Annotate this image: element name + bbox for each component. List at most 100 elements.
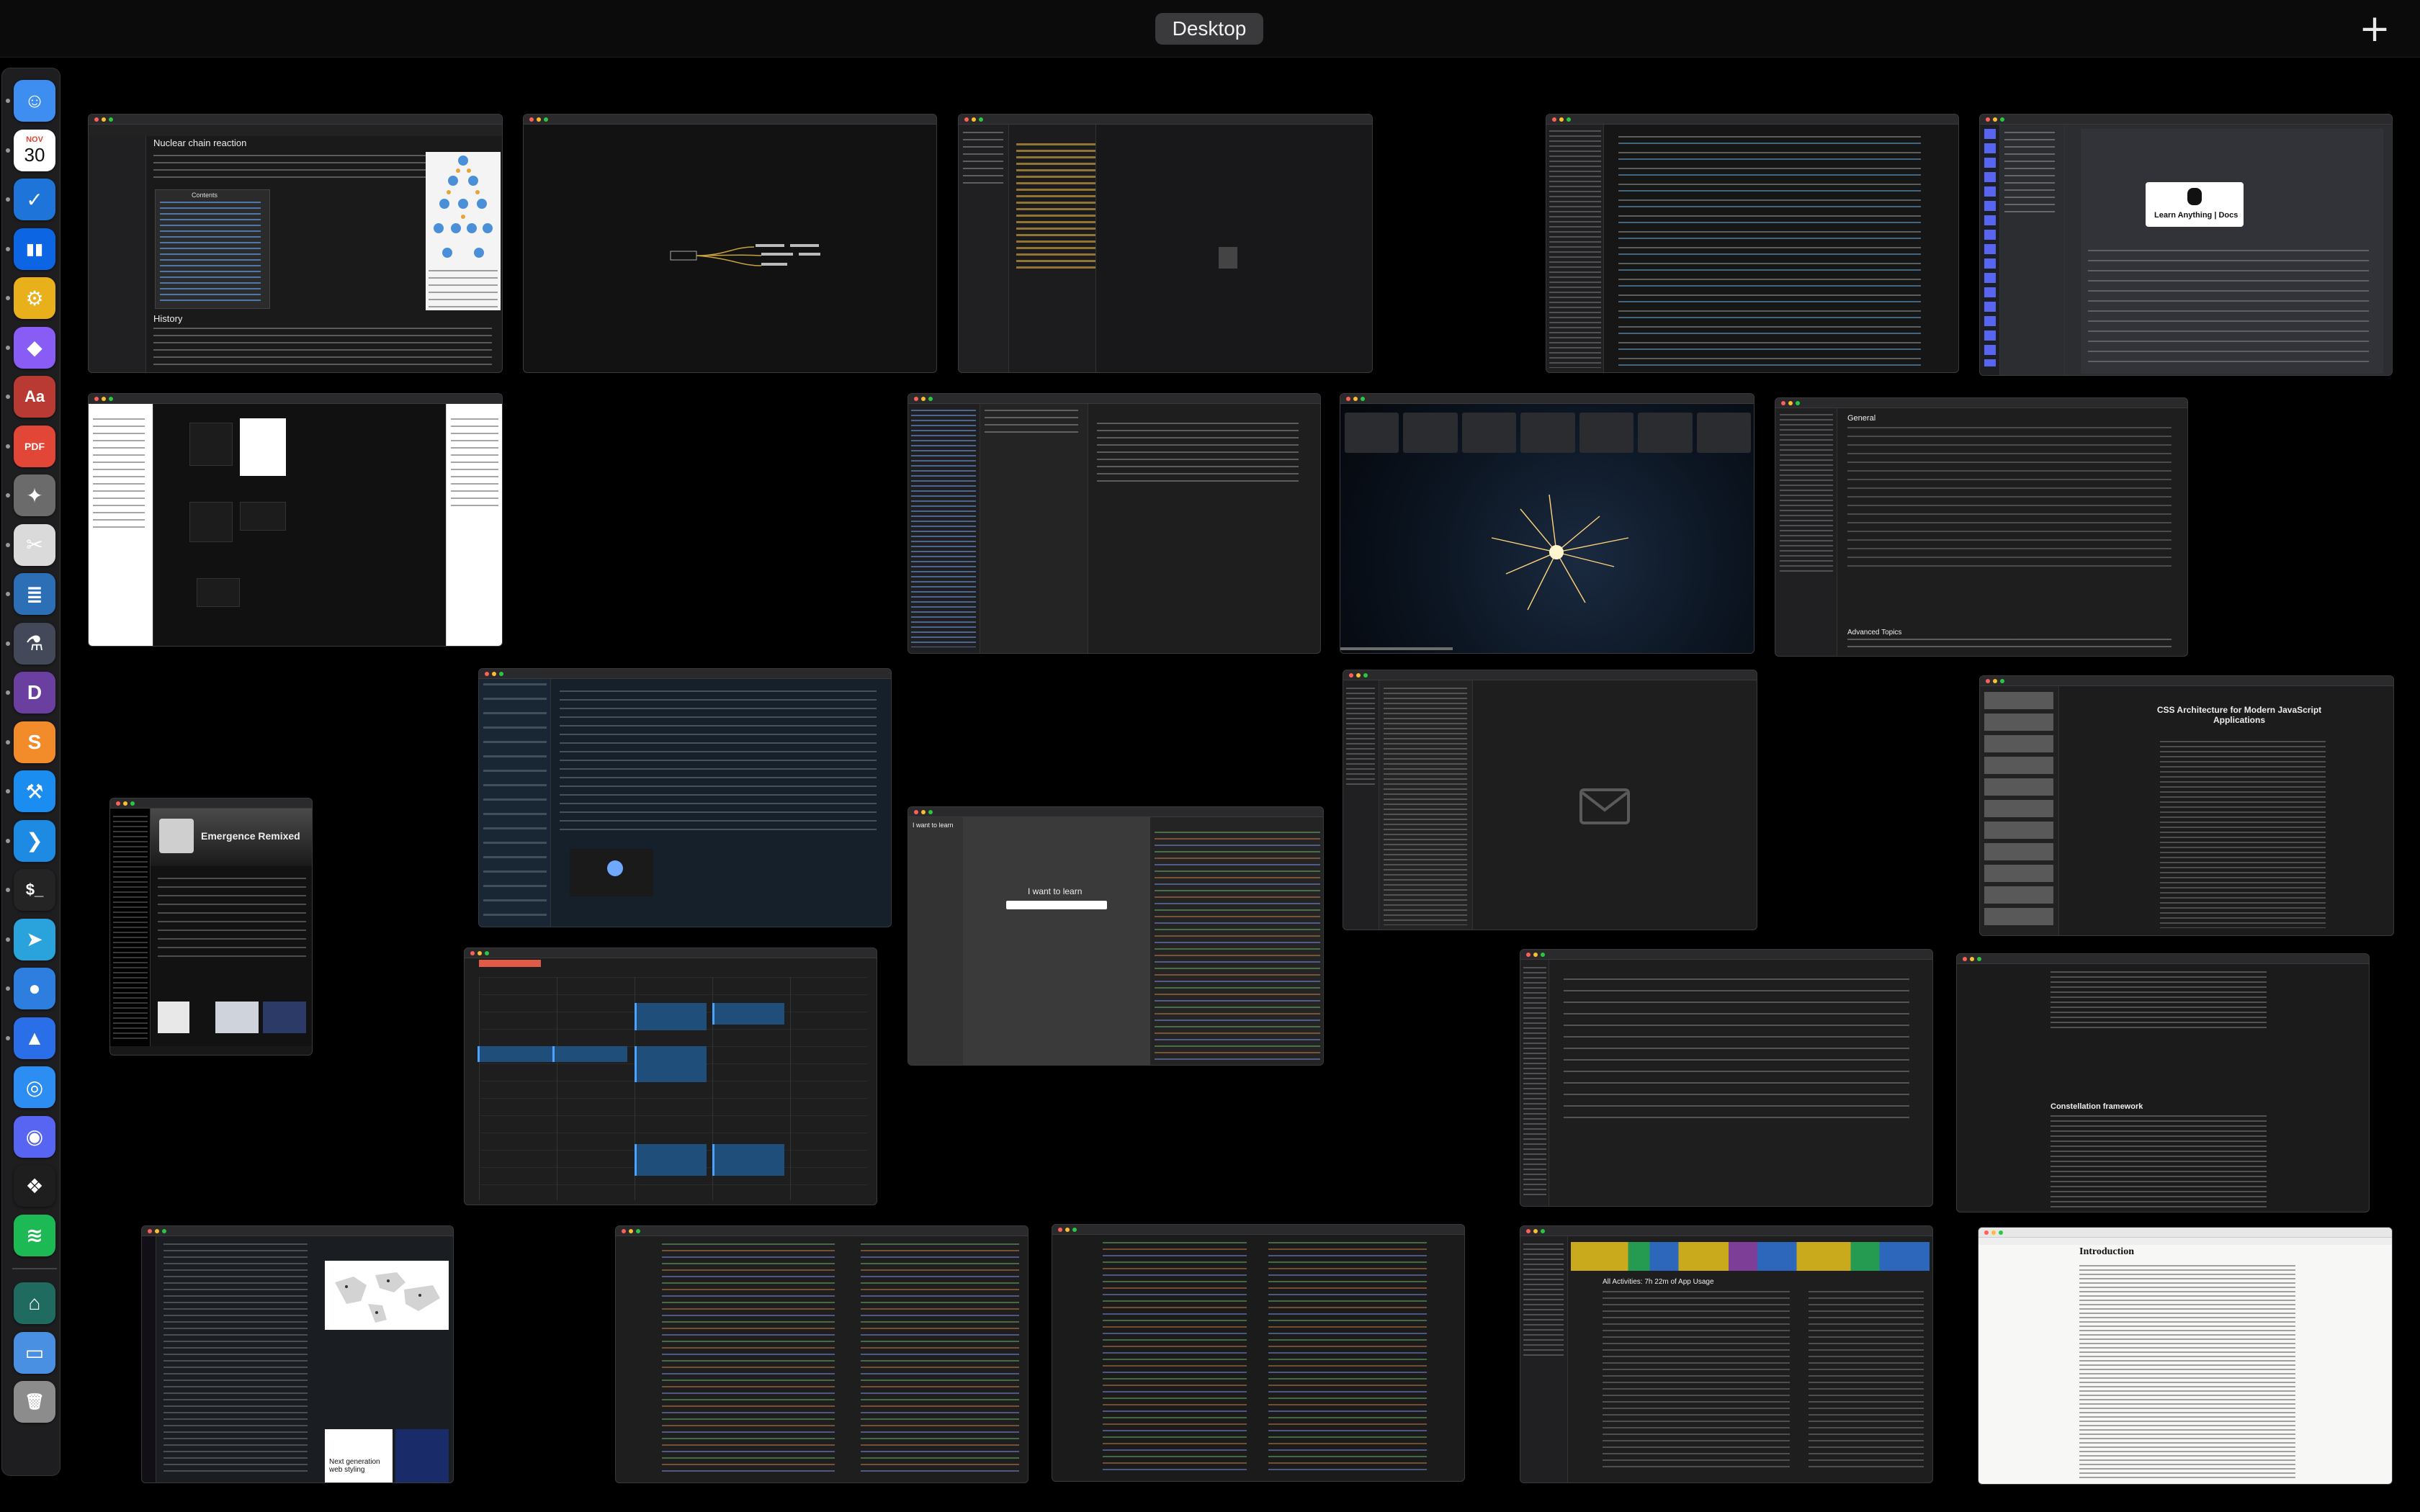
window-discord[interactable]: Learn Anything | Docs (1979, 114, 2393, 376)
things-icon[interactable]: ✓ (14, 179, 55, 220)
notes-list-items[interactable] (1549, 130, 1601, 368)
reading-list[interactable] (1980, 686, 2059, 935)
sidebar-items[interactable] (963, 132, 1003, 189)
scissors-tool-icon[interactable]: ✂ (14, 523, 55, 566)
reading-items[interactable] (1984, 692, 2053, 930)
stack-app-icon[interactable]: ≣ (14, 573, 55, 615)
server-list[interactable] (1980, 125, 2000, 375)
calendar-event[interactable] (712, 1144, 784, 1176)
window-trello[interactable] (1340, 393, 1754, 654)
recommended-album[interactable] (158, 1002, 189, 1033)
desktop-space-label[interactable]: Desktop (1155, 13, 1263, 45)
window-file-browser[interactable] (958, 114, 1373, 373)
messages[interactable] (1384, 688, 1467, 925)
database-app-icon[interactable]: ⌂ (14, 1282, 55, 1324)
window-learn-anything[interactable]: I want to learn I want to learn (908, 806, 1324, 1066)
xcode-icon[interactable]: ⚒ (14, 770, 55, 812)
mail-sidebar[interactable] (1343, 680, 1379, 930)
board-list[interactable] (1461, 413, 1517, 453)
channel-items[interactable] (2004, 132, 2055, 218)
instruments-icon[interactable]: ⚙ (14, 277, 55, 319)
window-reminders[interactable] (1520, 949, 1933, 1207)
learn-sidebar[interactable]: I want to learn (908, 817, 963, 1065)
activity-timeline[interactable] (1571, 1242, 1930, 1271)
window-calendar[interactable] (464, 948, 877, 1205)
window-mind-map[interactable] (523, 114, 937, 373)
pdf-expert-icon[interactable]: PDF (14, 425, 55, 467)
window-mail[interactable] (1343, 670, 1757, 930)
recommended-album[interactable] (263, 1002, 306, 1033)
contents-links[interactable] (160, 202, 261, 302)
window-paper[interactable]: Introduction (1978, 1227, 2393, 1485)
safari-icon[interactable]: ◎ (14, 1066, 55, 1108)
window-spotify[interactable]: Emergence Remixed (109, 798, 313, 1056)
window-activity-tracker[interactable]: All Activities: 7h 22m of App Usage (1520, 1225, 1933, 1483)
channel-list[interactable] (2000, 125, 2065, 375)
vscode-icon[interactable]: ❯ (14, 819, 55, 862)
conversation-list[interactable] (479, 679, 551, 927)
conversations[interactable] (483, 683, 547, 921)
frame-thumbnail[interactable] (189, 423, 233, 466)
tweet-image[interactable] (570, 849, 653, 896)
mind-map-canvas[interactable] (524, 125, 937, 369)
discord-icon[interactable]: ◉ (14, 1115, 55, 1158)
layers-panel[interactable] (89, 404, 153, 646)
board-list[interactable] (1345, 413, 1399, 453)
figma-icon[interactable]: ❖ (14, 1165, 55, 1207)
reminder-items[interactable] (1564, 978, 1909, 1122)
dash-app-icon[interactable]: D (14, 672, 55, 714)
window-twitter[interactable] (478, 668, 892, 927)
tweetbot-icon[interactable]: ● (14, 968, 55, 1009)
docs-card[interactable]: Learn Anything | Docs (2146, 182, 2244, 227)
window-ide[interactable] (908, 393, 1321, 654)
calendar-event[interactable] (635, 1144, 707, 1176)
window-wikipedia[interactable]: Nuclear chain reaction Contents History (88, 114, 503, 373)
window-article[interactable]: CSS Architecture for Modern JavaScript A… (1979, 675, 2394, 936)
telegram-icon[interactable]: ➤ (14, 918, 55, 960)
settings-sidebar[interactable] (1775, 408, 1837, 656)
calendar-event[interactable] (478, 1046, 552, 1062)
property-rows[interactable] (451, 418, 498, 512)
activity-sidebar[interactable] (1520, 1236, 1568, 1482)
workspace-bar[interactable] (142, 1236, 156, 1482)
calendar-today-marker[interactable] (479, 960, 541, 967)
trello-icon[interactable]: ▮▮ (14, 228, 55, 270)
settings-nav-items[interactable] (1780, 414, 1833, 572)
window-code-editor-2[interactable] (1052, 1224, 1465, 1482)
playlist-items[interactable] (113, 816, 148, 1039)
project-navigator[interactable] (908, 404, 980, 653)
properties-panel[interactable] (446, 404, 502, 646)
navigation-app-icon[interactable]: ▲ (14, 1017, 55, 1059)
frame-thumbnail[interactable] (197, 578, 240, 607)
window-design-app[interactable] (88, 393, 503, 647)
calendar-event[interactable] (712, 1003, 784, 1025)
frame-thumbnail[interactable] (240, 502, 286, 531)
calendar-event[interactable] (552, 1046, 627, 1062)
board-list[interactable] (1696, 413, 1751, 453)
layer-items[interactable] (93, 418, 145, 534)
board-list[interactable] (1403, 413, 1458, 453)
project-files[interactable] (911, 410, 976, 647)
calendar-icon[interactable]: NOV 30 (14, 129, 55, 171)
symbol-list[interactable] (980, 404, 1088, 653)
window-constellation[interactable]: Constellation framework (1956, 953, 2370, 1212)
sublime-text-icon[interactable]: S (14, 721, 55, 763)
flask-app-icon[interactable]: ⚗ (14, 622, 55, 665)
link-preview[interactable]: Next generation web styling (325, 1429, 393, 1482)
recommended-album[interactable] (215, 1002, 259, 1033)
notes-list[interactable] (1546, 125, 1604, 372)
window-settings[interactable]: General Advanced Topics (1775, 397, 2188, 657)
playback-bar[interactable] (110, 1046, 312, 1055)
server-icons[interactable] (1984, 129, 1996, 366)
finder-icon[interactable]: ☺ (14, 80, 55, 122)
symbols[interactable] (985, 410, 1078, 438)
learn-search-input[interactable] (1006, 901, 1107, 909)
spotify-sidebar[interactable] (110, 809, 151, 1046)
downloads-folder-icon[interactable]: ▭ (14, 1331, 55, 1374)
scroll-indicator[interactable] (1340, 647, 1453, 650)
add-space-button[interactable]: + (2357, 9, 2393, 49)
window-code-editor[interactable] (615, 1225, 1028, 1483)
calendar-event[interactable] (635, 1046, 707, 1082)
board-list[interactable] (1520, 413, 1575, 453)
spotify-icon[interactable]: ≋ (14, 1214, 55, 1256)
